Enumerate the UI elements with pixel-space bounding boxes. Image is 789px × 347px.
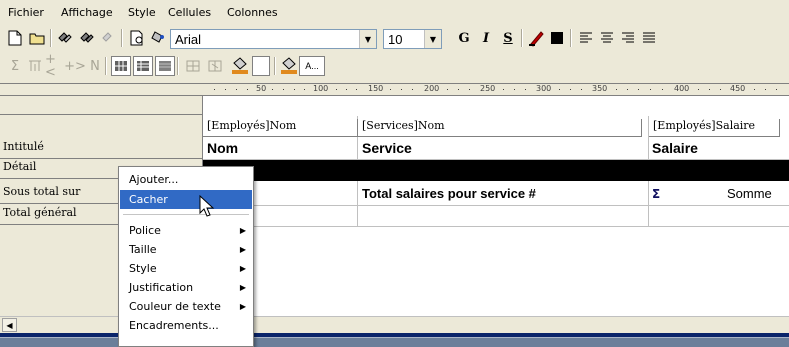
detail-row-selected[interactable] xyxy=(203,160,789,181)
min-icon[interactable]: +< xyxy=(45,53,65,79)
background-color-icon[interactable] xyxy=(279,56,299,76)
column-title-salaire[interactable]: Salaire xyxy=(652,140,698,156)
ruler-ticks xyxy=(214,89,777,90)
toolbar-separator xyxy=(50,29,52,47)
subtotal-sum-label[interactable]: Somme xyxy=(727,186,772,201)
text-sample-button[interactable]: A... xyxy=(299,56,325,76)
fill-color-icon[interactable] xyxy=(230,56,250,76)
bold-button[interactable]: G xyxy=(454,28,474,48)
field-header-nom[interactable]: [Employés]Nom xyxy=(203,119,358,137)
sum-icon: Σ xyxy=(652,187,661,201)
row-label-intitule[interactable]: Intitulé xyxy=(0,140,203,159)
link-all-icon[interactable] xyxy=(77,28,97,48)
delete-column-icon[interactable] xyxy=(205,56,225,76)
menu-item-encadrements[interactable]: Encadrements... xyxy=(120,316,252,335)
toolbar-separator xyxy=(274,57,276,75)
column-title-nom[interactable]: Nom xyxy=(207,140,238,156)
unlink-icon[interactable] xyxy=(99,28,119,48)
menu-item-justification-label: Justification xyxy=(129,281,194,294)
menu-item-taille-label: Taille xyxy=(129,243,157,256)
menu-item-police[interactable]: Police ▶ xyxy=(120,221,252,240)
open-folder-icon[interactable] xyxy=(27,28,47,48)
column-title-service[interactable]: Service xyxy=(362,140,412,156)
new-document-icon[interactable] xyxy=(5,28,25,48)
context-menu: Ajouter... Cacher Police ▶ Taille ▶ Styl… xyxy=(118,166,254,347)
font-name-value: Arial xyxy=(175,32,202,47)
submenu-arrow-icon: ▶ xyxy=(239,245,246,254)
align-left-icon[interactable] xyxy=(576,28,596,48)
font-size-select[interactable]: 10 ▼ xyxy=(383,29,442,49)
field-header-service[interactable]: [Services]Nom xyxy=(358,119,642,137)
align-center-icon[interactable] xyxy=(597,28,617,48)
toolbar-separator xyxy=(105,57,107,75)
field-header-salaire[interactable]: [Employés]Salaire xyxy=(649,119,780,137)
grid-layout-icon[interactable] xyxy=(111,56,131,76)
align-justify-icon[interactable] xyxy=(639,28,659,48)
menu-bar: Fichier Affichage Style Cellules Colonne… xyxy=(0,0,789,24)
italic-button[interactable]: I xyxy=(476,28,496,48)
font-name-select[interactable]: Arial ▼ xyxy=(170,29,377,49)
menu-item-cacher[interactable]: Cacher xyxy=(120,190,252,209)
submenu-arrow-icon: ▶ xyxy=(239,283,246,292)
add-column-icon[interactable] xyxy=(183,56,203,76)
row-header-empty xyxy=(0,96,203,115)
menu-fichier[interactable]: Fichier xyxy=(8,6,44,19)
submenu-arrow-icon: ▶ xyxy=(239,264,246,273)
menu-colonnes[interactable]: Colonnes xyxy=(227,6,278,19)
scroll-left-icon[interactable]: ◀ xyxy=(2,318,17,332)
menu-item-style[interactable]: Style ▶ xyxy=(120,259,252,278)
color-swatch-icon[interactable] xyxy=(547,28,567,48)
mouse-pointer-icon xyxy=(199,195,215,217)
menu-item-taille[interactable]: Taille ▶ xyxy=(120,240,252,259)
report-toolbar: Σ +< +> N A... xyxy=(0,52,789,80)
toolbar-separator xyxy=(521,29,523,47)
chevron-down-icon[interactable]: ▼ xyxy=(424,30,441,48)
row-divider xyxy=(203,205,789,206)
row-divider xyxy=(203,226,789,227)
toolbar-separator xyxy=(121,29,123,47)
toolbar-separator xyxy=(570,29,572,47)
menu-item-justification[interactable]: Justification ▶ xyxy=(120,278,252,297)
align-right-icon[interactable] xyxy=(618,28,638,48)
text-color-icon[interactable] xyxy=(527,28,547,48)
table-layout-icon[interactable] xyxy=(133,56,153,76)
toolbar-separator xyxy=(177,57,179,75)
average-icon[interactable] xyxy=(25,56,45,76)
submenu-arrow-icon: ▶ xyxy=(239,302,246,311)
menu-item-style-label: Style xyxy=(129,262,157,275)
menu-item-couleur-label: Couleur de texte xyxy=(129,300,221,313)
menu-cellules[interactable]: Cellules xyxy=(168,6,211,19)
menu-item-couleur[interactable]: Couleur de texte ▶ xyxy=(120,297,252,316)
menu-affichage[interactable]: Affichage xyxy=(61,6,113,19)
font-size-value: 10 xyxy=(388,32,403,47)
submenu-arrow-icon: ▶ xyxy=(239,226,246,235)
shaded-layout-icon[interactable] xyxy=(155,56,175,76)
menu-style[interactable]: Style xyxy=(128,6,156,19)
fill-swatch-icon[interactable] xyxy=(252,56,270,76)
menu-item-police-label: Police xyxy=(129,224,161,237)
print-icon[interactable] xyxy=(149,28,169,48)
ruler: 50 100 150 200 250 300 350 400 450 xyxy=(0,83,789,96)
print-preview-icon[interactable] xyxy=(127,28,147,48)
menu-item-ajouter[interactable]: Ajouter... xyxy=(120,170,252,189)
count-icon[interactable]: N xyxy=(85,56,105,76)
link-icon[interactable] xyxy=(55,28,75,48)
sum-icon[interactable]: Σ xyxy=(5,56,25,76)
menu-divider xyxy=(123,214,249,215)
chevron-down-icon[interactable]: ▼ xyxy=(359,30,376,48)
max-icon[interactable]: +> xyxy=(64,56,86,76)
formatting-toolbar: Arial ▼ 10 ▼ G I S xyxy=(0,24,789,52)
underline-button[interactable]: S xyxy=(498,28,518,48)
subtotal-label[interactable]: Total salaires pour service # xyxy=(362,186,536,201)
